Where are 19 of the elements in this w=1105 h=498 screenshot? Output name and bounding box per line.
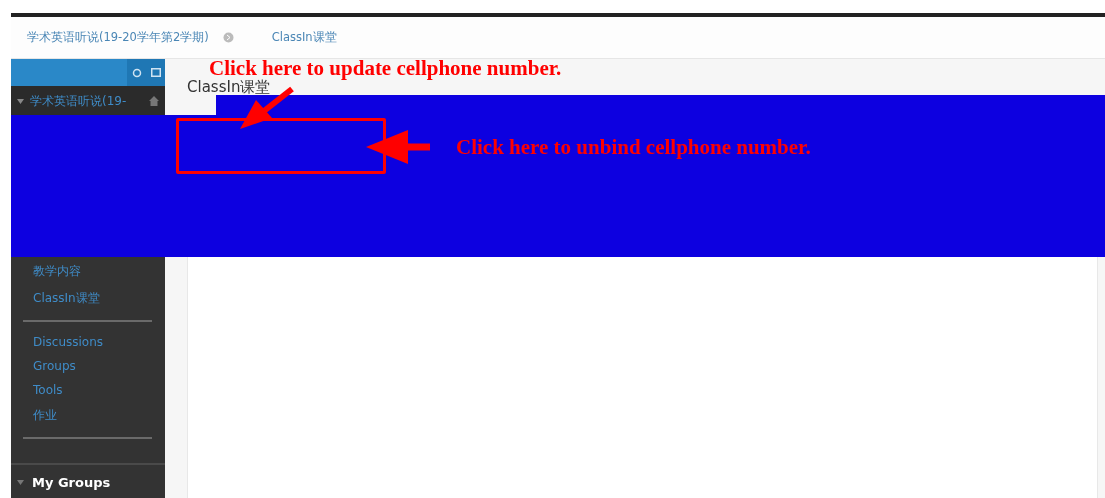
separator-icon [222, 32, 234, 43]
sidebar-item[interactable]: ClassIn课堂 [11, 285, 165, 312]
page-title: ClassIn课堂 [187, 79, 271, 96]
caret-icon[interactable] [17, 98, 24, 104]
sidebar-item[interactable]: 教学内容 [11, 258, 165, 285]
breadcrumb-link[interactable]: 学术英语听说(19-20学年第2学期) [27, 30, 209, 45]
folder-icon[interactable] [150, 68, 161, 77]
annotation-text: Click here to update cellphone number. [209, 56, 562, 80]
refresh-icon[interactable] [131, 67, 142, 78]
arrow-icon [366, 130, 430, 164]
sidebar-item[interactable]: Tools [11, 378, 165, 402]
annotation-text: Click here to unbind cellphone number. [456, 135, 811, 160]
home-icon[interactable] [149, 96, 159, 106]
sidebar-item[interactable]: 作业 [11, 402, 165, 429]
section-heading[interactable]: My Groups [32, 474, 111, 490]
breadcrumb-link[interactable]: ClassIn课堂 [271, 30, 337, 45]
sidebar-item[interactable]: Discussions [11, 330, 165, 354]
sidebar-item[interactable]: Groups [11, 354, 165, 378]
caret-icon[interactable] [17, 479, 24, 485]
